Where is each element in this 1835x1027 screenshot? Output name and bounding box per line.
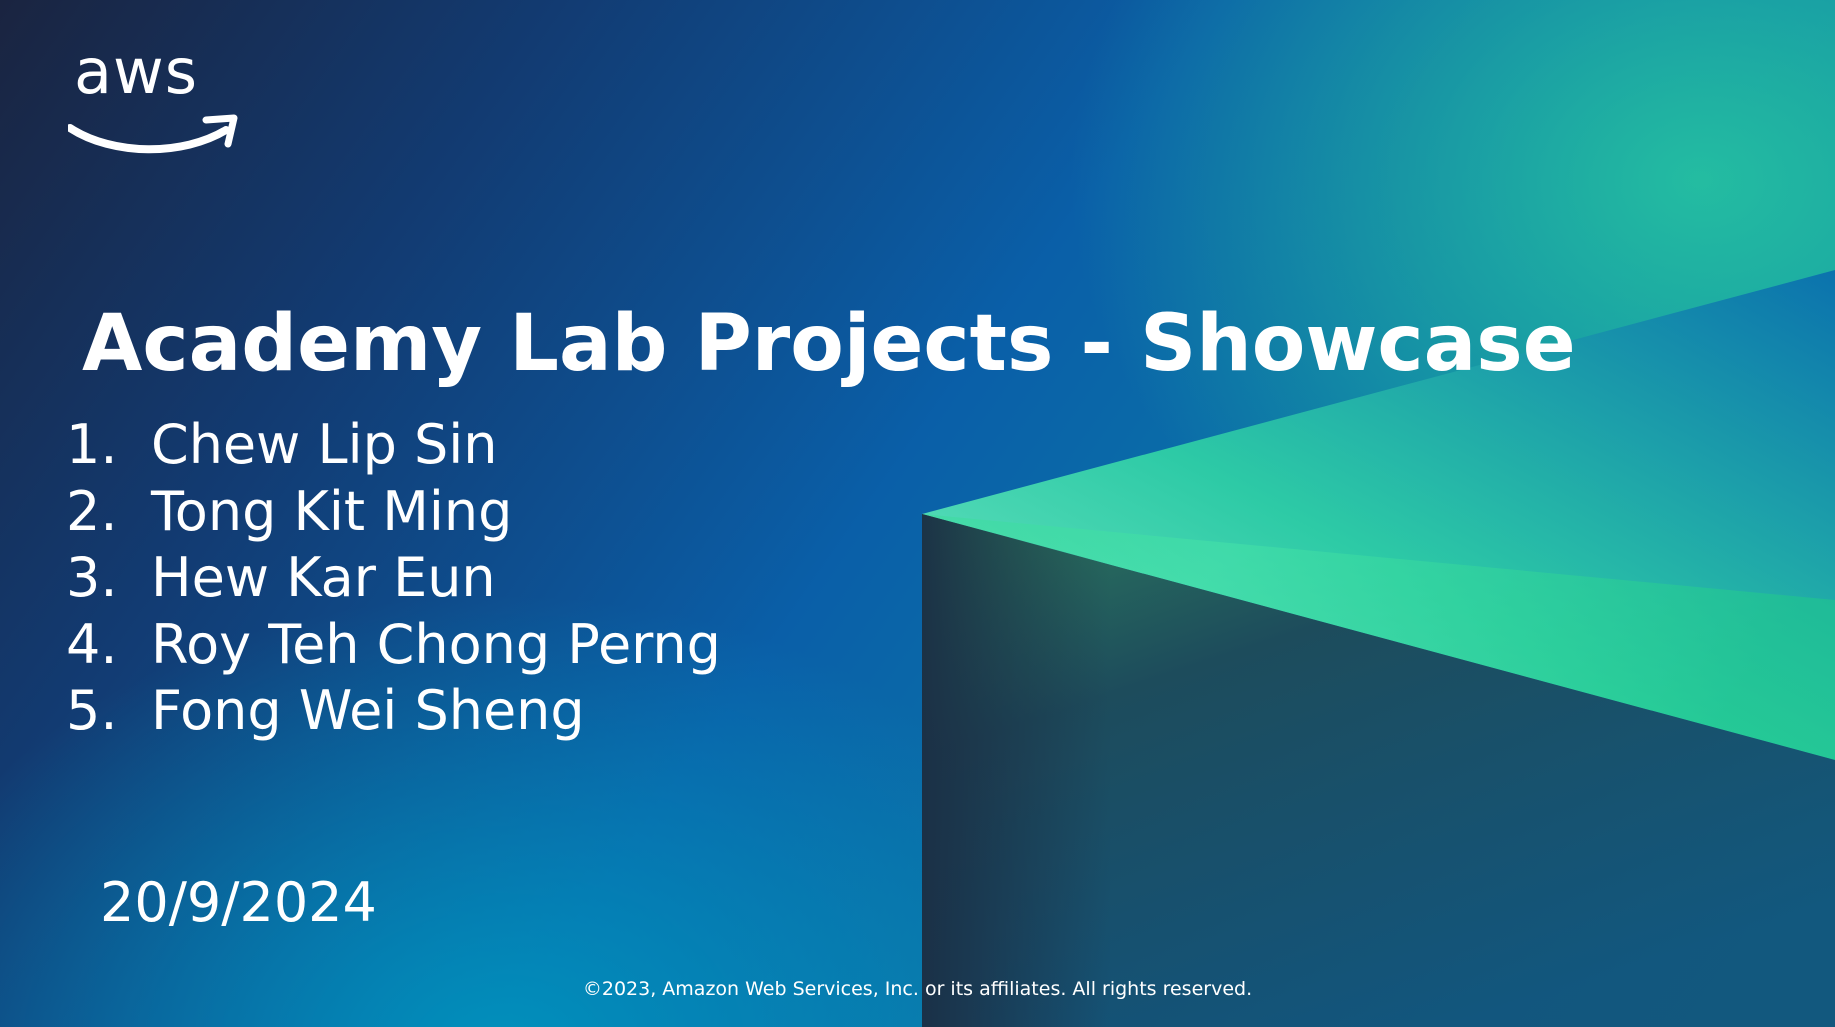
list-item: 1. Chew Lip Sin: [66, 412, 721, 479]
aws-logo-text: aws: [74, 35, 199, 108]
presenter-name: Chew Lip Sin: [151, 413, 498, 476]
slide-title: Academy Lab Projects - Showcase: [82, 299, 1576, 389]
presenter-name: Fong Wei Sheng: [151, 679, 585, 742]
aws-logo: aws: [68, 35, 238, 154]
list-item: 2. Tong Kit Ming: [66, 479, 721, 546]
list-number: 2.: [66, 479, 118, 543]
copyright-footer: ©2023, Amazon Web Services, Inc. or its …: [582, 978, 1253, 1000]
presentation-date: 20/9/2024: [100, 871, 377, 934]
presenter-name: Tong Kit Ming: [151, 479, 513, 543]
list-number: 5.: [66, 679, 118, 742]
slide: aws Academy Lab Projects - Showcase 1. C…: [0, 0, 1835, 1027]
presenter-list: 1. Chew Lip Sin 2. Tong Kit Ming 3. Hew …: [66, 412, 721, 745]
list-number: 3.: [66, 546, 118, 609]
presenter-name: Hew Kar Eun: [151, 546, 496, 609]
list-item: 4. Roy Teh Chong Perng: [66, 612, 721, 679]
list-item: 5. Fong Wei Sheng: [66, 678, 721, 745]
list-number: 1.: [66, 413, 118, 476]
presenter-name: Roy Teh Chong Perng: [151, 612, 721, 676]
aws-smile-icon: [68, 114, 238, 154]
list-item: 3. Hew Kar Eun: [66, 545, 721, 612]
list-number: 4.: [66, 612, 118, 676]
